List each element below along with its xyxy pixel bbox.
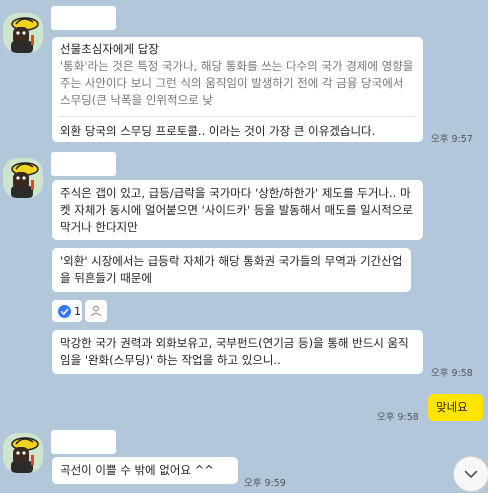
sender-name-placeholder [51, 152, 116, 176]
message-bubble[interactable]: 막강한 국가 권력과 외화보유고, 국부펀드(연기금 등)을 통해 반드시 움직… [52, 330, 423, 374]
message-timestamp: 오후 9:58 [377, 412, 419, 423]
reply-header: 선물초심자에게 답장 [60, 42, 159, 56]
message-timestamp: 오후 9:58 [431, 368, 473, 379]
sender-name-placeholder [51, 6, 116, 30]
reply-message-bubble[interactable]: 선물초심자에게 답장 '통화'라는 것은 특정 국가나, 해당 통화를 쓰는 다… [52, 37, 423, 142]
scroll-to-bottom-button[interactable] [453, 456, 488, 492]
message-text: '외환' 시장에서는 급등락 자체가 해당 통화권 국가들의 무역과 기간산업을… [60, 254, 403, 285]
message-bubble[interactable]: 곡선이 이쁠 수 밖에 없어요 ^^ [52, 457, 238, 484]
avatar-character-icon [3, 13, 43, 53]
message-timestamp: 오후 9:57 [431, 134, 473, 145]
avatar-character-icon [3, 158, 43, 198]
avatar-character-icon [3, 433, 43, 473]
reaction-count: 1 [74, 304, 81, 318]
my-message-bubble[interactable]: 맞네요 [428, 394, 483, 421]
add-reaction-button[interactable] [85, 300, 107, 322]
sender-name-placeholder [51, 430, 116, 454]
message-bubble[interactable]: 주식은 갭이 있고, 급등/급락을 국가마다 '상한/하한가' 제도를 두거나.… [52, 180, 423, 240]
chevron-down-icon [464, 470, 478, 478]
sender-avatar[interactable] [3, 433, 43, 473]
reply-quoted-text: '통화'라는 것은 특정 국가나, 해당 통화를 쓰는 다수의 국가 경제에 영… [60, 59, 414, 107]
reply-divider [60, 116, 415, 117]
reply-message-text: 외환 당국의 스무딩 프로토콜.. 이라는 것이 가장 큰 이유겠습니다. [60, 124, 376, 138]
message-timestamp: 오후 9:59 [244, 478, 286, 489]
message-bubble[interactable]: '외환' 시장에서는 급등락 자체가 해당 통화권 국가들의 무역과 기간산업을… [52, 248, 411, 292]
sender-avatar[interactable] [3, 13, 43, 53]
person-icon [91, 305, 101, 317]
message-text: 곡선이 이쁠 수 밖에 없어요 ^^ [60, 463, 214, 477]
message-text: 막강한 국가 권력과 외화보유고, 국부펀드(연기금 등)을 통해 반드시 움직… [60, 336, 409, 367]
sender-avatar[interactable] [3, 158, 43, 198]
check-circle-icon [58, 304, 71, 318]
reaction-check[interactable]: 1 [52, 300, 82, 322]
my-message-text: 맞네요 [436, 400, 468, 414]
message-text: 주식은 갭이 있고, 급등/급락을 국가마다 '상한/하한가' 제도를 두거나.… [60, 186, 413, 234]
